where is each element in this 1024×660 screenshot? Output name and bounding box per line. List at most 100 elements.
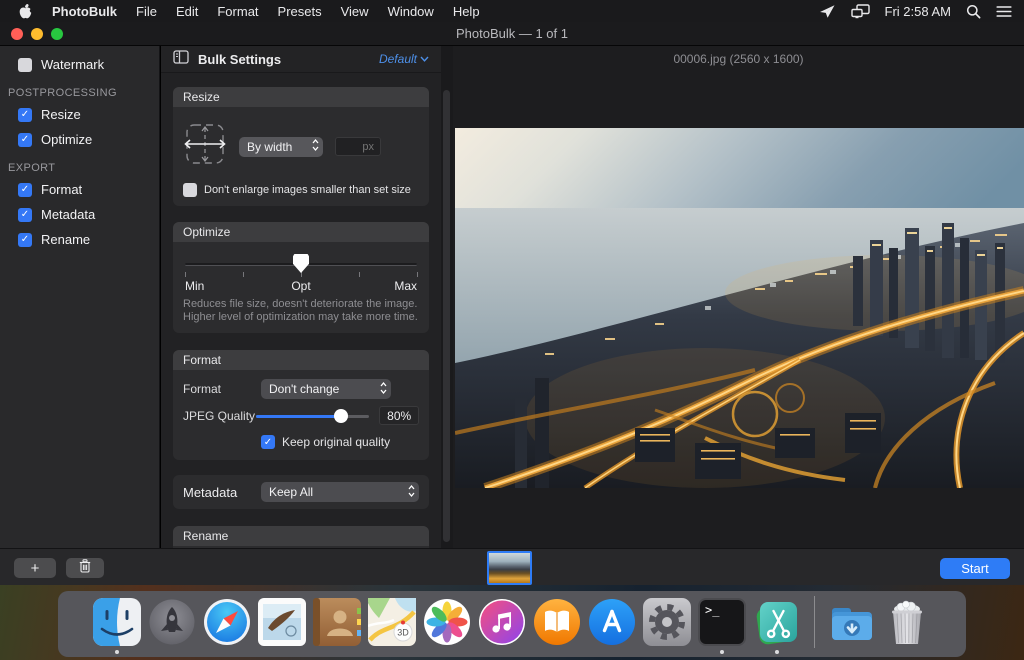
sidebar-item-label: Rename	[41, 232, 90, 247]
window-titlebar: PhotoBulk — 1 of 1	[0, 22, 1024, 46]
minimize-button[interactable]	[31, 28, 43, 40]
preset-selector[interactable]: Default	[379, 52, 429, 66]
stepper-chevrons-icon	[311, 138, 320, 155]
sidebar-item-watermark[interactable]: Watermark	[0, 53, 159, 76]
optimize-checkbox[interactable]: ✓	[18, 133, 32, 147]
sidebar: Watermark POSTPROCESSING ✓ Resize ✓ Opti…	[0, 46, 160, 548]
optimize-opt-label: Opt	[291, 279, 310, 293]
sidebar-item-label: Format	[41, 182, 82, 197]
menu-app-name[interactable]: PhotoBulk	[52, 4, 117, 19]
optimize-description-line1: Reduces file size, doesn't deteriorate t…	[183, 298, 419, 311]
jpeg-quality-slider-thumb[interactable]	[334, 409, 348, 423]
menu-window[interactable]: Window	[388, 4, 434, 19]
dock-downloads[interactable]	[828, 598, 876, 646]
watermark-checkbox[interactable]	[18, 58, 32, 72]
metadata-checkbox[interactable]: ✓	[18, 208, 32, 222]
sidebar-section-postprocessing: POSTPROCESSING	[0, 78, 159, 103]
resize-checkbox[interactable]: ✓	[18, 108, 32, 122]
dock-finder[interactable]	[93, 598, 141, 646]
rename-card: Rename Name	[173, 526, 429, 548]
dock-mail[interactable]	[258, 598, 306, 646]
running-indicator	[720, 650, 724, 654]
panel-title: Bulk Settings	[198, 52, 281, 67]
panel-scrollbar[interactable]	[441, 46, 453, 548]
dock-terminal[interactable]: >_	[698, 598, 746, 646]
enlarge-checkbox[interactable]	[183, 183, 197, 197]
resize-enlarge-option[interactable]: Don't enlarge images smaller than set si…	[183, 183, 419, 197]
dock-itunes[interactable]	[478, 598, 526, 646]
keep-quality-option[interactable]: ✓ Keep original quality	[261, 435, 419, 449]
itunes-icon	[478, 598, 526, 646]
dock-maps[interactable]: 3D	[368, 598, 416, 646]
sidebar-item-format[interactable]: ✓ Format	[0, 178, 159, 201]
zoom-button[interactable]	[51, 28, 63, 40]
dock-launchpad[interactable]	[148, 598, 196, 646]
menu-format[interactable]: Format	[217, 4, 258, 19]
remove-images-button[interactable]	[66, 558, 104, 578]
add-images-button[interactable]: +	[14, 558, 56, 578]
menu-clock[interactable]: Fri 2:58 AM	[885, 4, 951, 19]
jpeg-quality-value: 80%	[379, 406, 419, 425]
menu-presets[interactable]: Presets	[278, 4, 322, 19]
downloads-folder-icon	[828, 598, 876, 646]
preset-label: Default	[379, 52, 417, 66]
chevron-down-icon	[420, 56, 429, 62]
dock: 3D	[58, 591, 966, 657]
trash-icon	[79, 559, 91, 577]
keep-quality-checkbox[interactable]: ✓	[261, 435, 275, 449]
optimize-slider-thumb[interactable]	[293, 254, 309, 273]
menu-view[interactable]: View	[341, 4, 369, 19]
apple-icon[interactable]	[18, 3, 33, 20]
jpeg-quality-slider[interactable]	[256, 409, 369, 423]
optimize-min-label: Min	[185, 279, 204, 293]
format-select[interactable]: Don't change	[261, 379, 391, 399]
maps-icon: 3D	[368, 598, 416, 646]
send-icon[interactable]	[819, 4, 836, 19]
window-title: PhotoBulk — 1 of 1	[456, 26, 568, 41]
start-button[interactable]: Start	[940, 558, 1010, 579]
resize-card-header: Resize	[173, 87, 429, 107]
format-card-header: Format	[173, 350, 429, 370]
search-icon[interactable]	[966, 4, 981, 19]
format-checkbox[interactable]: ✓	[18, 183, 32, 197]
menu-edit[interactable]: Edit	[176, 4, 198, 19]
dock-ibooks[interactable]	[533, 598, 581, 646]
dock-app-store[interactable]	[588, 598, 636, 646]
panel-scrollbar-thumb[interactable]	[443, 90, 450, 542]
dock-safari[interactable]	[203, 598, 251, 646]
finder-icon	[93, 598, 141, 646]
resize-mode-select[interactable]: By width	[239, 137, 323, 157]
displays-icon[interactable]	[851, 4, 870, 19]
preview-image[interactable]	[455, 128, 1024, 488]
menu-file[interactable]: File	[136, 4, 157, 19]
jpeg-quality-label: JPEG Quality	[183, 409, 256, 423]
stepper-chevrons-icon	[407, 484, 416, 501]
photobulk-icon	[753, 598, 801, 646]
optimize-slider[interactable]: Min Opt Max	[185, 252, 417, 296]
dock-contacts[interactable]	[313, 598, 361, 646]
menu-bar: PhotoBulk File Edit Format Presets View …	[0, 0, 1024, 22]
sidebar-item-metadata[interactable]: ✓ Metadata	[0, 203, 159, 226]
metadata-select[interactable]: Keep All	[261, 482, 419, 502]
dock-trash[interactable]	[883, 598, 931, 646]
metadata-label: Metadata	[183, 485, 261, 500]
safari-icon	[203, 598, 251, 646]
resize-width-input[interactable]	[335, 137, 381, 156]
dock-photos[interactable]	[423, 598, 471, 646]
dock-system-preferences[interactable]	[643, 598, 691, 646]
list-icon[interactable]	[996, 5, 1012, 18]
rename-checkbox[interactable]: ✓	[18, 233, 32, 247]
menu-help[interactable]: Help	[453, 4, 480, 19]
sidebar-item-resize[interactable]: ✓ Resize	[0, 103, 159, 126]
sidebar-item-rename[interactable]: ✓ Rename	[0, 228, 159, 251]
terminal-icon: >_	[698, 598, 746, 646]
image-thumbnail-selected[interactable]	[487, 551, 532, 585]
sidebar-item-optimize[interactable]: ✓ Optimize	[0, 128, 159, 151]
start-button-label: Start	[961, 561, 988, 576]
bulk-settings-panel: Bulk Settings Default Resize	[161, 46, 441, 548]
optimize-card: Optimize Min Opt Max Reduces file size, …	[173, 222, 429, 333]
close-button[interactable]	[11, 28, 23, 40]
dock-photobulk[interactable]	[753, 598, 801, 646]
panel-toggle-icon[interactable]	[173, 50, 189, 69]
sidebar-section-export: EXPORT	[0, 153, 159, 178]
